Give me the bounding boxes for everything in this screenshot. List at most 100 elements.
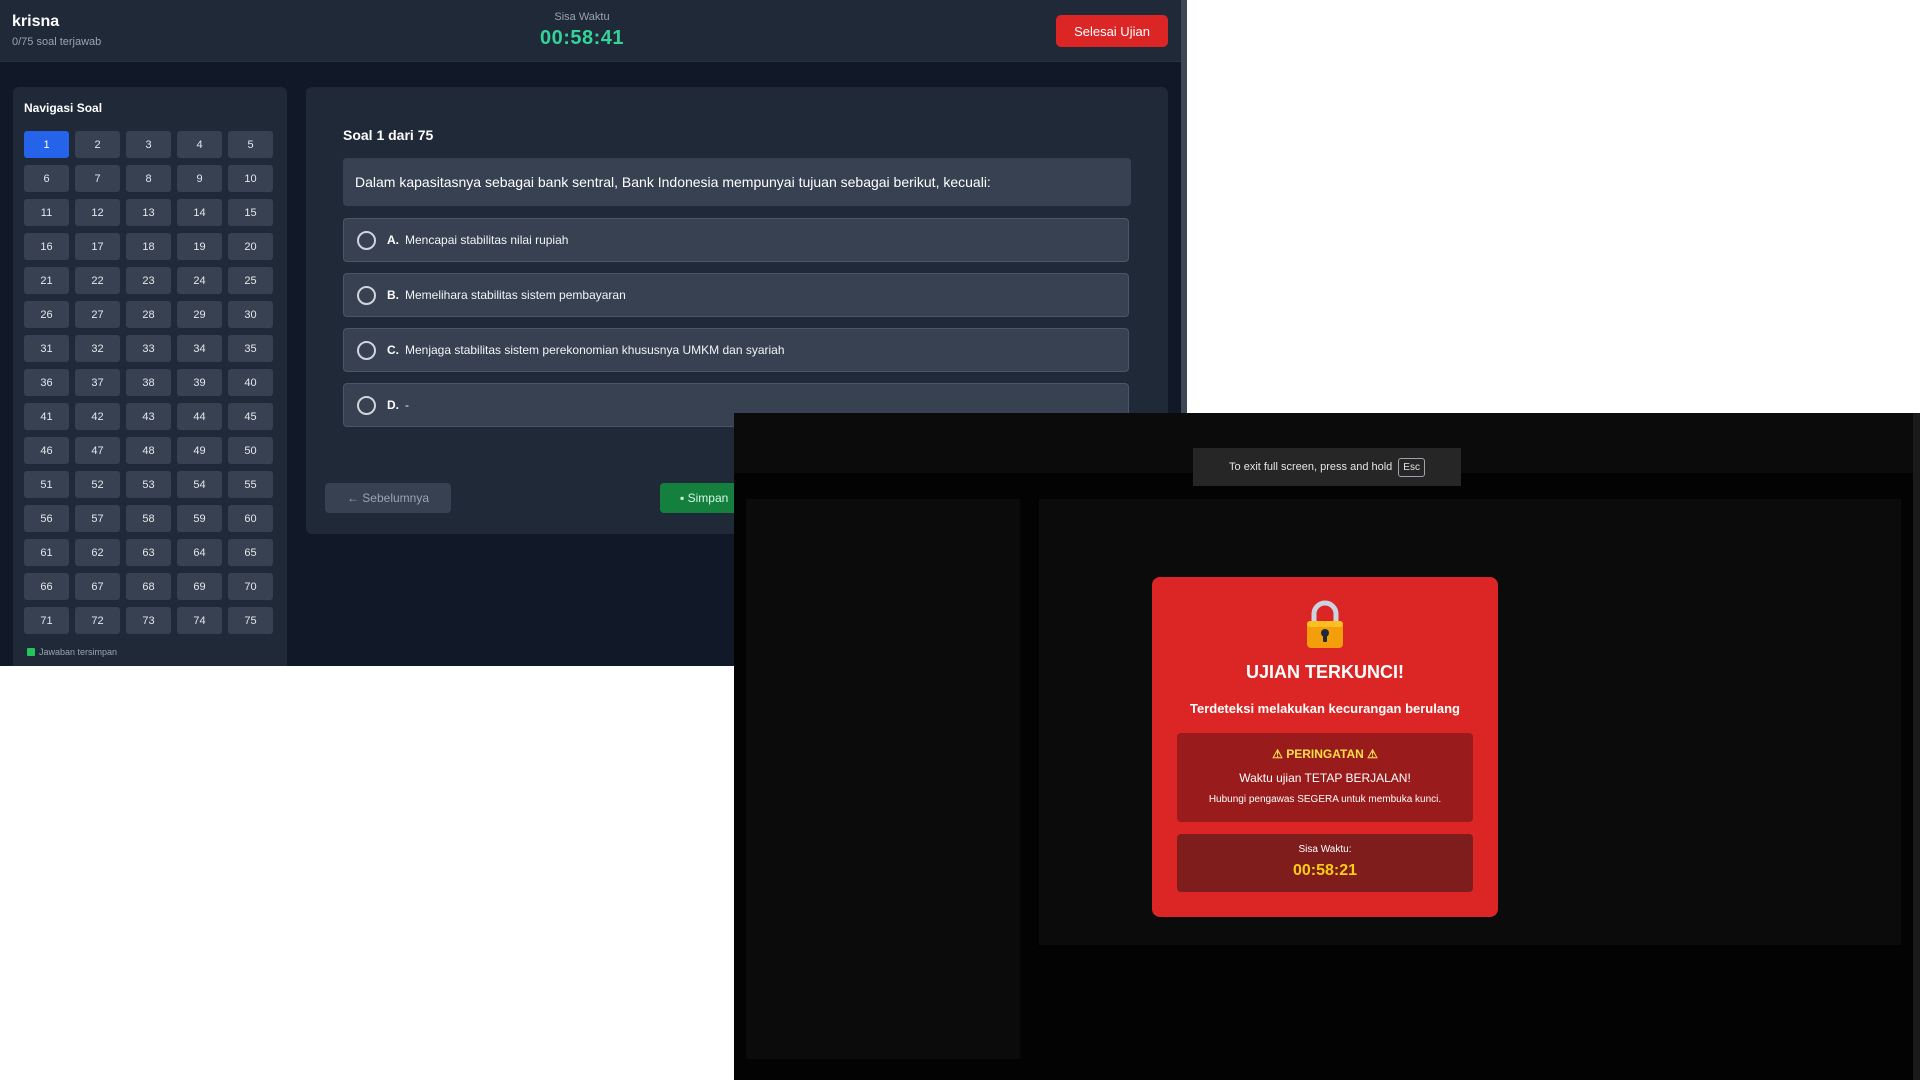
question-nav-46[interactable]: 46 [24, 437, 69, 464]
question-nav-52[interactable]: 52 [75, 471, 120, 498]
question-nav-13[interactable]: 13 [126, 199, 171, 226]
question-nav-30[interactable]: 30 [228, 301, 273, 328]
question-nav-57[interactable]: 57 [75, 505, 120, 532]
question-nav-53[interactable]: 53 [126, 471, 171, 498]
question-nav-17[interactable]: 17 [75, 233, 120, 260]
question-nav-58[interactable]: 58 [126, 505, 171, 532]
question-nav-19[interactable]: 19 [177, 233, 222, 260]
question-nav-31[interactable]: 31 [24, 335, 69, 362]
question-nav-55[interactable]: 55 [228, 471, 273, 498]
remaining-time-label: Sisa Waktu: [1298, 844, 1352, 855]
question-nav-15[interactable]: 15 [228, 199, 273, 226]
question-nav-70[interactable]: 70 [228, 573, 273, 600]
question-nav-27[interactable]: 27 [75, 301, 120, 328]
question-nav-64[interactable]: 64 [177, 539, 222, 566]
question-nav-5[interactable]: 5 [228, 131, 273, 158]
question-nav-50[interactable]: 50 [228, 437, 273, 464]
question-nav-54[interactable]: 54 [177, 471, 222, 498]
answered-count: 0/75 soal terjawab [12, 36, 102, 48]
question-nav-61[interactable]: 61 [24, 539, 69, 566]
question-nav-18[interactable]: 18 [126, 233, 171, 260]
question-nav-7[interactable]: 7 [75, 165, 120, 192]
option-a-text: Mencapai stabilitas nilai rupiah [405, 233, 569, 247]
option-a-radio[interactable] [357, 230, 376, 250]
question-nav-74[interactable]: 74 [177, 607, 222, 634]
finish-exam-button[interactable]: Selesai Ujian [1056, 15, 1168, 47]
question-nav-25[interactable]: 25 [228, 267, 273, 294]
question-nav-16[interactable]: 16 [24, 233, 69, 260]
option-c-letter: C. [387, 343, 399, 357]
question-nav-32[interactable]: 32 [75, 335, 120, 362]
question-nav-35[interactable]: 35 [228, 335, 273, 362]
option-b-text: Memelihara stabilitas sistem pembayaran [405, 288, 626, 302]
question-nav-56[interactable]: 56 [24, 505, 69, 532]
navigation-title: Navigasi Soal [24, 101, 103, 115]
question-nav-59[interactable]: 59 [177, 505, 222, 532]
question-nav-65[interactable]: 65 [228, 539, 273, 566]
question-navigation-panel: Navigasi Soal 1 2 3 4 5 6 7 8 9 10 11 12 13 14 15 16 17 1… [13, 87, 287, 666]
question-nav-12[interactable]: 12 [75, 199, 120, 226]
exam-locked-dialog: UJIAN TERKUNCI! Terdeteksi melakukan kec… [1152, 577, 1498, 917]
question-nav-8[interactable]: 8 [126, 165, 171, 192]
question-nav-34[interactable]: 34 [177, 335, 222, 362]
question-nav-3[interactable]: 3 [126, 131, 171, 158]
question-nav-9[interactable]: 9 [177, 165, 222, 192]
question-nav-14[interactable]: 14 [177, 199, 222, 226]
previous-question-button[interactable]: ← Sebelumnya [325, 483, 451, 513]
question-nav-38[interactable]: 38 [126, 369, 171, 396]
question-nav-2[interactable]: 2 [75, 131, 120, 158]
question-nav-60[interactable]: 60 [228, 505, 273, 532]
option-c[interactable]: C. Menjaga stabilitas sistem perekonomia… [343, 328, 1129, 372]
question-nav-66[interactable]: 66 [24, 573, 69, 600]
question-nav-21[interactable]: 21 [24, 267, 69, 294]
option-a[interactable]: A. Mencapai stabilitas nilai rupiah [343, 218, 1129, 262]
question-nav-43[interactable]: 43 [126, 403, 171, 430]
question-nav-41[interactable]: 41 [24, 403, 69, 430]
question-nav-63[interactable]: 63 [126, 539, 171, 566]
question-nav-62[interactable]: 62 [75, 539, 120, 566]
question-nav-51[interactable]: 51 [24, 471, 69, 498]
question-nav-36[interactable]: 36 [24, 369, 69, 396]
lock-window-scrollbar[interactable] [1913, 413, 1920, 1080]
question-nav-1[interactable]: 1 [24, 131, 69, 158]
user-name: krisna [12, 13, 60, 30]
question-nav-10[interactable]: 10 [228, 165, 273, 192]
question-nav-28[interactable]: 28 [126, 301, 171, 328]
question-nav-40[interactable]: 40 [228, 369, 273, 396]
question-nav-33[interactable]: 33 [126, 335, 171, 362]
question-nav-73[interactable]: 73 [126, 607, 171, 634]
option-d-radio[interactable] [357, 395, 376, 415]
option-b[interactable]: B. Memelihara stabilitas sistem pembayar… [343, 273, 1129, 317]
question-nav-42[interactable]: 42 [75, 403, 120, 430]
question-nav-45[interactable]: 45 [228, 403, 273, 430]
question-nav-11[interactable]: 11 [24, 199, 69, 226]
question-nav-48[interactable]: 48 [126, 437, 171, 464]
question-nav-37[interactable]: 37 [75, 369, 120, 396]
question-nav-6[interactable]: 6 [24, 165, 69, 192]
question-nav-68[interactable]: 68 [126, 573, 171, 600]
question-nav-26[interactable]: 26 [24, 301, 69, 328]
question-nav-29[interactable]: 29 [177, 301, 222, 328]
question-nav-75[interactable]: 75 [228, 607, 273, 634]
question-number-header: Soal 1 dari 75 [343, 127, 434, 143]
question-nav-44[interactable]: 44 [177, 403, 222, 430]
remaining-time-value: 00:58:21 [1292, 862, 1358, 879]
question-nav-39[interactable]: 39 [177, 369, 222, 396]
question-nav-49[interactable]: 49 [177, 437, 222, 464]
option-d-letter: D. [387, 398, 399, 412]
question-number-grid: 1 2 3 4 5 6 7 8 9 10 11 12 13 14 15 16 17 18 19 20 21 22 23 24 2… [24, 131, 273, 634]
question-nav-71[interactable]: 71 [24, 607, 69, 634]
question-nav-4[interactable]: 4 [177, 131, 222, 158]
option-b-radio[interactable] [357, 285, 376, 305]
question-nav-22[interactable]: 22 [75, 267, 120, 294]
question-nav-72[interactable]: 72 [75, 607, 120, 634]
option-c-radio[interactable] [357, 340, 376, 360]
question-nav-69[interactable]: 69 [177, 573, 222, 600]
question-nav-24[interactable]: 24 [177, 267, 222, 294]
option-d-text: - [405, 398, 409, 412]
question-nav-67[interactable]: 67 [75, 573, 120, 600]
warning-time-running: Waktu ujian TETAP BERJALAN! [1239, 771, 1411, 785]
question-nav-23[interactable]: 23 [126, 267, 171, 294]
question-nav-47[interactable]: 47 [75, 437, 120, 464]
question-nav-20[interactable]: 20 [228, 233, 273, 260]
